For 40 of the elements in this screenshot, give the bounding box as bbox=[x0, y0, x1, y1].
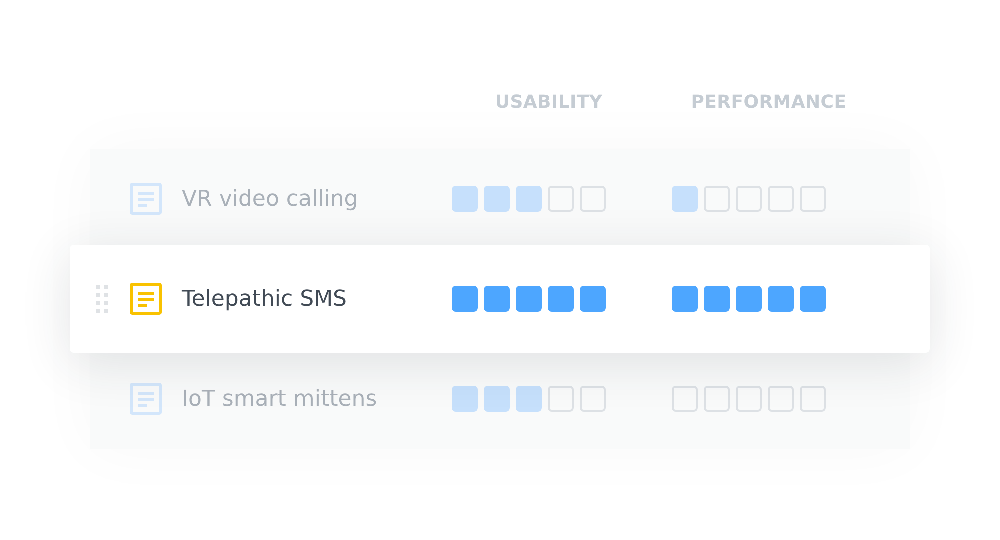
filled-rating-square bbox=[484, 186, 510, 212]
item-name: IoT smart mittens bbox=[182, 386, 378, 412]
filled-rating-square bbox=[484, 386, 510, 412]
filled-rating-square bbox=[452, 386, 478, 412]
filled-rating-square bbox=[484, 286, 510, 312]
empty-rating-square bbox=[704, 186, 730, 212]
empty-rating-square bbox=[548, 386, 574, 412]
document-icon bbox=[130, 183, 162, 215]
drag-handle-icon[interactable] bbox=[96, 285, 108, 313]
filled-rating-square bbox=[704, 286, 730, 312]
filled-rating-square bbox=[800, 286, 826, 312]
empty-rating-square bbox=[548, 186, 574, 212]
empty-rating-square bbox=[580, 386, 606, 412]
filled-rating-square bbox=[672, 186, 698, 212]
filled-rating-square bbox=[580, 286, 606, 312]
empty-rating-square bbox=[736, 386, 762, 412]
filled-rating-square bbox=[516, 286, 542, 312]
filled-rating-square bbox=[672, 286, 698, 312]
empty-rating-square bbox=[800, 186, 826, 212]
filled-rating-square bbox=[452, 286, 478, 312]
empty-rating-square bbox=[768, 186, 794, 212]
empty-rating-square bbox=[580, 186, 606, 212]
document-icon bbox=[130, 283, 162, 315]
document-icon bbox=[130, 383, 162, 415]
item-name: VR video calling bbox=[182, 186, 360, 212]
item-name: Telepathic SMS bbox=[182, 286, 348, 312]
filled-rating-square bbox=[516, 186, 542, 212]
filled-rating-square bbox=[516, 386, 542, 412]
filled-rating-square bbox=[768, 286, 794, 312]
column-header: USABILITY bbox=[494, 92, 604, 113]
dragged-row-card[interactable]: Telepathic SMS bbox=[70, 245, 930, 353]
filled-rating-square bbox=[736, 286, 762, 312]
empty-rating-square bbox=[704, 386, 730, 412]
empty-rating-square bbox=[672, 386, 698, 412]
empty-rating-square bbox=[800, 386, 826, 412]
filled-rating-square bbox=[452, 186, 478, 212]
column-header: PERFORMANCE bbox=[690, 92, 848, 113]
filled-rating-square bbox=[548, 286, 574, 312]
empty-rating-square bbox=[736, 186, 762, 212]
empty-rating-square bbox=[768, 386, 794, 412]
